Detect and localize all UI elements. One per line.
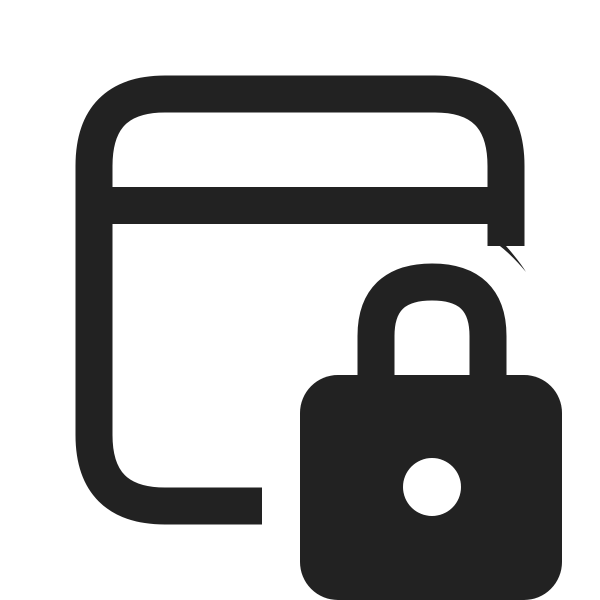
lock-keyhole [403, 458, 461, 516]
window-header-divider [94, 187, 506, 224]
lock-shackle [357, 263, 507, 388]
calendar-lock-icon [75, 75, 562, 600]
icon-canvas [0, 0, 600, 600]
lock-icon [300, 263, 562, 600]
